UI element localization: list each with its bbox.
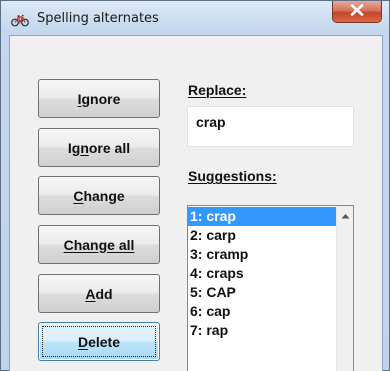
suggestion-item[interactable]: 4: craps	[188, 264, 336, 283]
button-mnemonic: A	[85, 285, 96, 302]
suggestion-item[interactable]: 2: carp	[188, 226, 336, 245]
delete-button[interactable]: Delete	[38, 322, 160, 361]
suggestion-item[interactable]: 5: CAP	[188, 283, 336, 302]
button-mnemonic: n	[80, 139, 89, 156]
dialog-client-area: Ignore Ignore all Change Change all Add …	[9, 35, 383, 371]
replace-input[interactable]: crap	[187, 106, 354, 147]
bicycle-icon	[11, 13, 29, 27]
window-title: Spelling alternates	[37, 11, 159, 26]
button-label: Ignore all	[68, 140, 130, 156]
suggestion-item[interactable]: 7: rap	[188, 321, 336, 340]
button-label-text: gnore	[81, 90, 121, 107]
suggestion-item[interactable]: 3: cramp	[188, 245, 336, 264]
button-label-text: hange	[83, 187, 125, 204]
button-label: Change all	[64, 237, 135, 253]
ignore-button[interactable]: Ignore	[38, 79, 160, 118]
spelling-alternates-window: Spelling alternates Ignore Ignore all Ch…	[0, 0, 390, 371]
button-label-text: Ig	[67, 139, 81, 156]
ignore-all-button[interactable]: Ignore all	[38, 128, 160, 167]
button-label-text: dd	[95, 285, 113, 302]
button-label: Ignore	[78, 91, 121, 107]
button-mnemonic: D	[77, 333, 89, 350]
button-label: Add	[85, 286, 112, 302]
button-label: Delete	[78, 334, 120, 350]
button-label-text: elete	[88, 333, 121, 350]
suggestions-label: Suggestions:	[188, 168, 277, 184]
suggestions-items: 1: crap 2: carp 3: cramp 4: craps 5: CAP 6: c…	[188, 207, 336, 340]
replace-label: Replace:	[188, 82, 247, 98]
scroll-up-arrow-icon	[341, 206, 350, 224]
scroll-up-button[interactable]	[337, 206, 353, 224]
title-bar[interactable]: Spelling alternates	[1, 1, 389, 35]
change-all-button[interactable]: Change all	[38, 225, 160, 264]
close-button[interactable]	[332, 1, 382, 23]
change-button[interactable]: Change	[38, 176, 160, 215]
button-label: Change	[73, 188, 124, 204]
button-label-text: Change all	[63, 236, 135, 253]
button-label-text: ore all	[88, 139, 131, 156]
suggestion-item[interactable]: 1: crap	[188, 207, 336, 226]
close-icon	[350, 3, 364, 21]
add-button[interactable]: Add	[38, 274, 160, 313]
suggestions-list[interactable]: 1: crap 2: carp 3: cramp 4: craps 5: CAP 6: c…	[187, 205, 354, 371]
suggestions-scrollbar[interactable]	[336, 206, 353, 371]
suggestion-item[interactable]: 6: cap	[188, 302, 336, 321]
button-mnemonic: C	[73, 187, 84, 204]
